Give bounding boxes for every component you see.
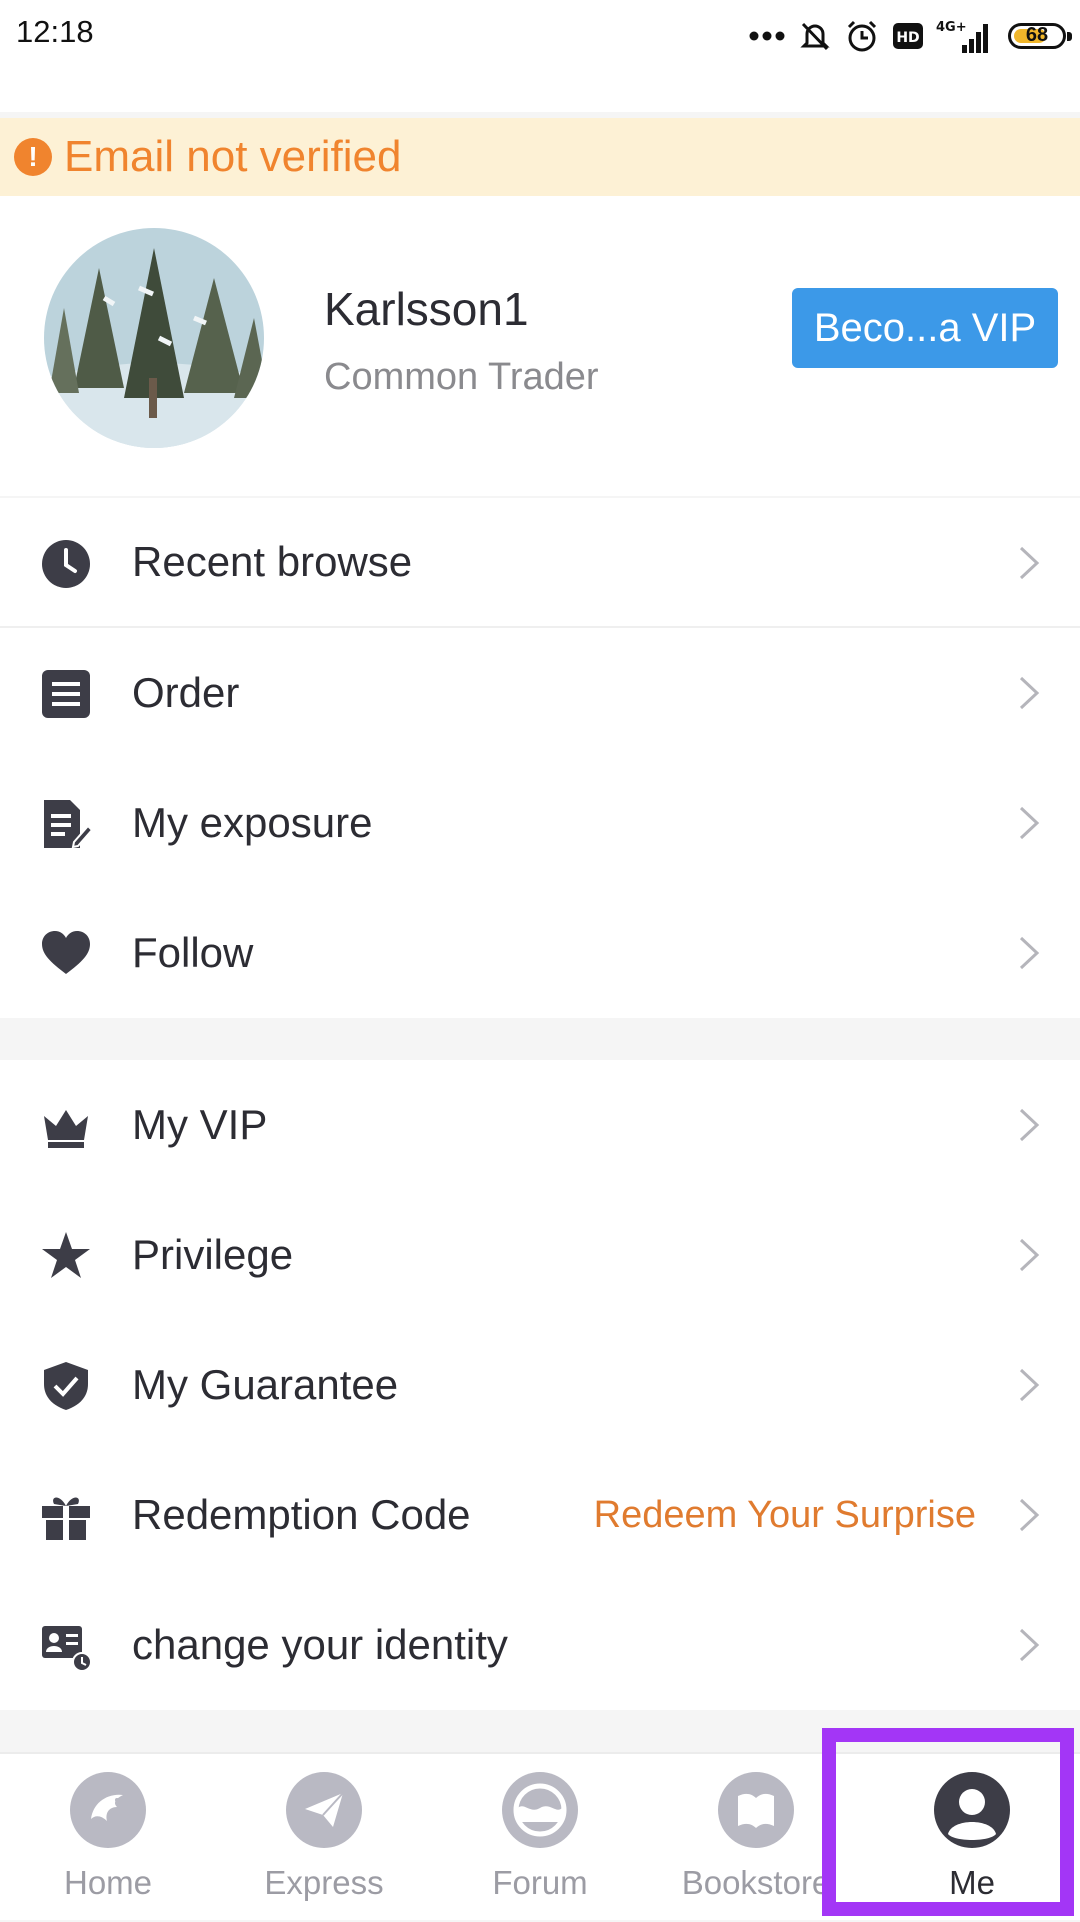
star-icon xyxy=(40,1230,92,1282)
chevron-right-icon xyxy=(1018,1627,1040,1663)
clock-icon xyxy=(40,538,92,590)
chevron-right-icon xyxy=(1018,805,1040,841)
nav-label: Forum xyxy=(492,1864,588,1901)
gift-icon xyxy=(40,1490,92,1542)
nav-tab-me[interactable]: Me xyxy=(864,1772,1080,1922)
banner-text: Email not verified xyxy=(64,132,402,181)
menu-group-vip: My VIP Privilege My Guarantee Redemption… xyxy=(0,1060,1080,1710)
chevron-right-icon xyxy=(1018,675,1040,711)
nav-tab-bookstore[interactable]: Bookstore xyxy=(648,1772,864,1922)
menu-item-change-identity[interactable]: change your identity xyxy=(0,1580,1080,1710)
hd-icon: HD xyxy=(893,23,923,49)
chevron-right-icon xyxy=(1018,1367,1040,1403)
status-bar: 12:18 HD 4G+ 68 xyxy=(0,0,1080,112)
heart-icon xyxy=(40,928,92,980)
chevron-right-icon xyxy=(1018,545,1040,581)
nav-tab-express[interactable]: Express xyxy=(216,1772,432,1922)
alert-circle-icon: ! xyxy=(14,138,52,176)
user-role: Common Trader xyxy=(324,356,599,398)
menu-item-label: Redemption Code xyxy=(132,1491,471,1538)
battery-icon: 68 xyxy=(1008,23,1072,49)
menu-item-label: Order xyxy=(132,669,240,716)
menu-item-privilege[interactable]: Privilege xyxy=(0,1190,1080,1320)
chevron-right-icon xyxy=(1018,1237,1040,1273)
avatar-photo xyxy=(44,228,264,448)
menu-item-order[interactable]: Order xyxy=(0,628,1080,758)
menu-item-label: Privilege xyxy=(132,1231,294,1278)
menu-item-label: change your identity xyxy=(132,1621,508,1668)
chevron-right-icon xyxy=(1018,1497,1040,1533)
menu-item-my-exposure[interactable]: My exposure xyxy=(0,758,1080,888)
menu-group-account: Recent browse Order My exposure Follow xyxy=(0,498,1080,1018)
nav-tab-forum[interactable]: Forum xyxy=(432,1772,648,1922)
status-icons: HD 4G+ 68 xyxy=(748,14,1072,58)
more-dots-icon xyxy=(749,31,785,41)
nav-label: Home xyxy=(63,1864,153,1901)
avatar[interactable] xyxy=(44,228,264,448)
book-icon xyxy=(718,1772,794,1848)
nav-label: Me xyxy=(949,1864,995,1901)
document-edit-icon xyxy=(40,798,92,850)
mute-bell-icon xyxy=(800,22,830,51)
menu-item-redemption-code[interactable]: Redemption Code Redeem Your Surprise xyxy=(0,1450,1080,1580)
svg-text:4G+: 4G+ xyxy=(936,20,967,35)
bottom-nav: Home Express Forum Bookstore Me xyxy=(0,1752,1080,1920)
menu-item-label: My exposure xyxy=(132,799,373,846)
nav-tab-home[interactable]: Home xyxy=(0,1772,216,1922)
order-list-icon xyxy=(40,668,92,720)
crown-icon xyxy=(40,1100,92,1152)
username: Karlsson1 xyxy=(324,283,529,335)
menu-item-my-guarantee[interactable]: My Guarantee xyxy=(0,1320,1080,1450)
id-card-icon xyxy=(40,1620,92,1672)
chevron-right-icon xyxy=(1018,935,1040,971)
menu-item-label: My Guarantee xyxy=(132,1361,399,1408)
profile-header: Karlsson1 Common Trader Beco...a VIP xyxy=(0,196,1080,496)
menu-item-my-vip[interactable]: My VIP xyxy=(0,1060,1080,1190)
email-not-verified-banner[interactable]: ! Email not verified xyxy=(0,118,1080,196)
menu-item-follow[interactable]: Follow xyxy=(0,888,1080,1018)
menu-item-label: Follow xyxy=(132,929,254,976)
status-time: 12:18 xyxy=(16,14,94,49)
chevron-right-icon xyxy=(1018,1107,1040,1143)
menu-item-label: Recent browse xyxy=(132,538,413,585)
user-icon xyxy=(934,1772,1010,1848)
menu-item-label: My VIP xyxy=(132,1101,268,1148)
battery-level: 68 xyxy=(1025,24,1049,46)
nav-label: Bookstore xyxy=(681,1864,831,1901)
eagle-icon xyxy=(70,1772,146,1848)
nav-label: Express xyxy=(264,1864,384,1901)
paper-plane-icon xyxy=(286,1772,362,1848)
wave-icon xyxy=(502,1772,578,1848)
shield-check-icon xyxy=(40,1360,92,1412)
menu-item-recent-browse[interactable]: Recent browse xyxy=(0,498,1080,628)
become-vip-button[interactable]: Beco...a VIP xyxy=(792,288,1058,368)
redeem-surprise-link[interactable]: Redeem Your Surprise xyxy=(594,1494,976,1537)
alarm-icon xyxy=(847,20,877,52)
signal-icon: 4G+ xyxy=(936,20,988,53)
svg-text:HD: HD xyxy=(896,30,919,46)
